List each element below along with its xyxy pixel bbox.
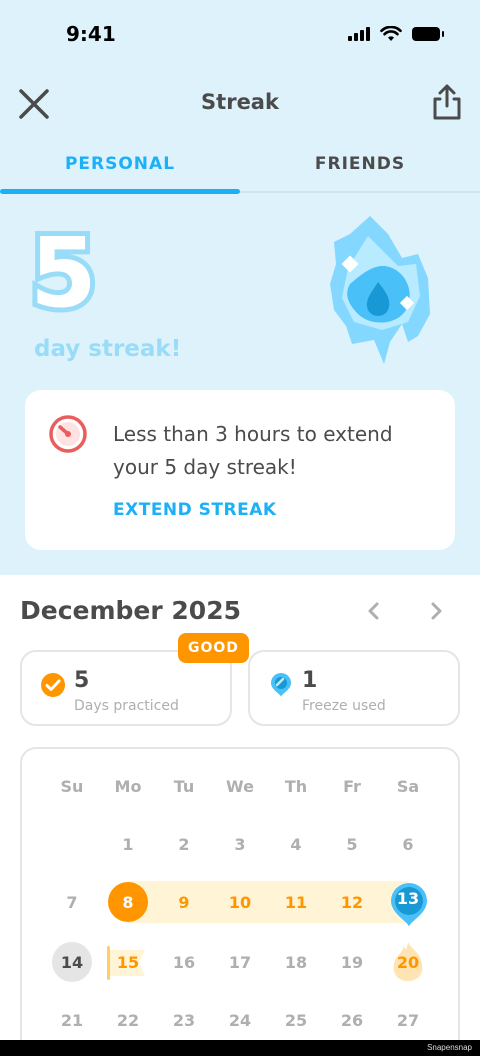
weekday-label: Su xyxy=(60,776,84,796)
calendar-day[interactable]: 22 xyxy=(105,997,151,1043)
calendar-day[interactable]: 11 xyxy=(273,879,319,925)
weekday-label: Tu xyxy=(173,776,195,796)
calendar-day[interactable]: 13 xyxy=(385,875,431,921)
calendar-day[interactable]: 16 xyxy=(161,939,207,985)
calendar-day[interactable]: 8 xyxy=(108,882,148,922)
streak-freeze-icon xyxy=(271,673,291,697)
weekday-label: Sa xyxy=(396,776,420,796)
calendar-day[interactable]: 15 xyxy=(105,939,151,985)
tab-active-indicator xyxy=(0,189,240,194)
calendar-day[interactable]: 17 xyxy=(217,939,263,985)
chevron-left-icon[interactable] xyxy=(364,600,384,622)
calendar-week-row: 7 8 9 10 11 12 13 xyxy=(0,879,480,925)
calendar-day[interactable]: 21 xyxy=(49,997,95,1043)
calendar-week-row: 123456 xyxy=(0,821,480,867)
month-title: December 2025 xyxy=(20,596,241,625)
timer-icon xyxy=(49,415,87,453)
weekday-label: We xyxy=(226,776,254,796)
streak-label: day streak! xyxy=(34,336,182,362)
tab-personal[interactable]: PERSONAL xyxy=(0,154,240,174)
calendar-day[interactable]: 27 xyxy=(385,997,431,1043)
status-time: 9:41 xyxy=(66,22,116,46)
calendar-day[interactable]: 5 xyxy=(329,821,375,867)
calendar-day[interactable]: 18 xyxy=(273,939,319,985)
bottom-bar xyxy=(0,1040,480,1056)
freeze-used-card: 1 Freeze used xyxy=(248,650,460,726)
calendar-day[interactable]: 3 xyxy=(217,821,263,867)
calendar-day[interactable]: 14 xyxy=(52,942,92,982)
weekday-header-row: Su Mo Tu We Th Fr Sa xyxy=(0,763,480,809)
signal-icon xyxy=(348,27,370,41)
good-badge: GOOD xyxy=(178,633,249,663)
checkmark-icon xyxy=(41,673,65,697)
weekday-label: Th xyxy=(284,776,308,796)
calendar-day[interactable]: 25 xyxy=(273,997,319,1043)
battery-icon xyxy=(412,27,444,41)
freeze-used-label: Freeze used xyxy=(302,698,386,714)
calendar-day[interactable]: 1 xyxy=(105,821,151,867)
wifi-icon xyxy=(380,26,402,41)
watermark: Snapensnap xyxy=(427,1043,472,1052)
calendar-day[interactable]: 26 xyxy=(329,997,375,1043)
calendar-day[interactable]: 19 xyxy=(329,939,375,985)
days-practiced-value: 5 xyxy=(74,668,90,693)
calendar-day[interactable]: 12 xyxy=(329,879,375,925)
streak-warning-text: Less than 3 hours to extend your 5 day s… xyxy=(113,422,393,479)
frozen-flame-icon xyxy=(330,216,430,364)
calendar-day[interactable]: 24 xyxy=(217,997,263,1043)
calendar-day[interactable]: 2 xyxy=(161,821,207,867)
days-practiced-label: Days practiced xyxy=(74,698,179,714)
extend-streak-button[interactable]: EXTEND STREAK xyxy=(113,500,277,520)
share-icon[interactable] xyxy=(430,82,464,122)
calendar-day[interactable]: 4 xyxy=(273,821,319,867)
chevron-right-icon[interactable] xyxy=(426,600,446,622)
weekday-label: Mo xyxy=(114,776,142,796)
calendar-day[interactable]: 20 xyxy=(385,939,431,985)
calendar-day[interactable]: 23 xyxy=(161,997,207,1043)
freeze-used-value: 1 xyxy=(302,668,318,693)
tab-friends[interactable]: FRIENDS xyxy=(240,154,480,174)
calendar-day[interactable]: 7 xyxy=(49,879,95,925)
calendar-day[interactable]: 9 xyxy=(161,879,207,925)
calendar-week-row: 14 15 16 17 18 19 20 xyxy=(0,939,480,985)
calendar-day[interactable]: 6 xyxy=(385,821,431,867)
status-icons xyxy=(348,26,444,42)
weekday-label: Fr xyxy=(343,776,361,796)
page-title: Streak xyxy=(201,90,279,114)
calendar-week-row: 21 22 23 24 25 26 27 xyxy=(0,997,480,1043)
streak-count: 5 xyxy=(25,217,102,329)
calendar-day[interactable]: 10 xyxy=(217,879,263,925)
